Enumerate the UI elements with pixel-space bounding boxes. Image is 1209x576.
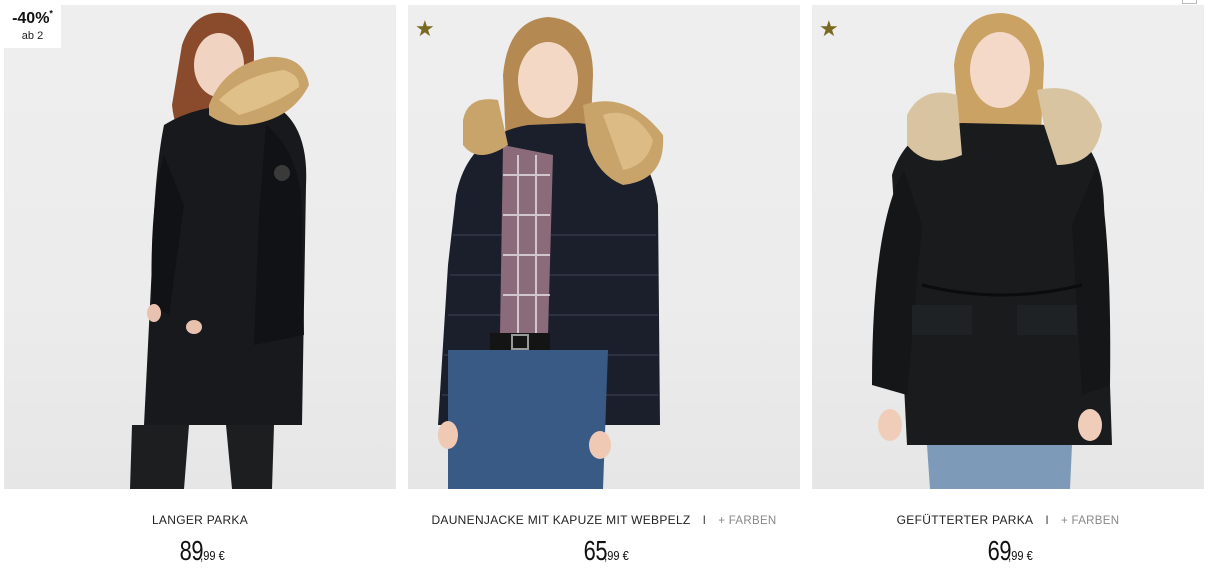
separator: I [702,513,707,527]
product-image[interactable]: ★ [408,5,800,489]
model-photo-down-jacket [438,17,664,489]
product-image[interactable]: -40%* ab 2 [4,5,396,489]
more-colors-link[interactable]: + FARBEN [1061,515,1119,527]
price-cents: ,99 € [1008,548,1033,563]
discount-badge: -40%* ab 2 [4,5,61,48]
price-cents: ,99 € [200,548,225,563]
scroll-indicator [1182,0,1197,4]
product-card[interactable]: -40%* ab 2 LANGER PARKA 89,99 € [4,5,396,575]
product-price: 69,99 € [812,535,1204,567]
separator: I [1045,513,1049,527]
model-photo-lined-parka [872,13,1112,489]
product-image[interactable]: ★ [812,5,1204,489]
model-photo-long-parka [130,12,309,489]
product-name-row: GEFÜTTERTER PARKA I + FARBEN [812,513,1204,527]
product-name[interactable]: GEFÜTTERTER PARKA [897,513,1034,527]
product-price: 65,99 € [408,535,800,567]
more-colors-link[interactable]: + FARBEN [718,515,776,527]
discount-percent: -40%* [12,8,53,27]
product-card[interactable]: ★ DAUNENJACKE MIT KAPUZE MIT WEBPELZ I + F… [408,5,800,575]
star-icon[interactable]: ★ [819,18,839,40]
product-name[interactable]: DAUNENJACKE MIT KAPUZE MIT WEBPELZ [431,513,690,527]
price-cents: ,99 € [604,548,629,563]
product-grid: -40%* ab 2 LANGER PARKA 89,99 € ★ DAUNEN… [0,0,1209,576]
product-price: 89,99 € [4,535,396,567]
product-name-row: LANGER PARKA [4,513,396,527]
product-card[interactable]: ★ GEFÜTTERTER PARKA I + FARBEN 69,99 € [812,5,1204,575]
product-name[interactable]: LANGER PARKA [152,513,248,527]
star-icon[interactable]: ★ [415,18,435,40]
product-name-row: DAUNENJACKE MIT KAPUZE MIT WEBPELZ I + FAR… [408,513,800,527]
discount-condition: ab 2 [21,30,44,42]
